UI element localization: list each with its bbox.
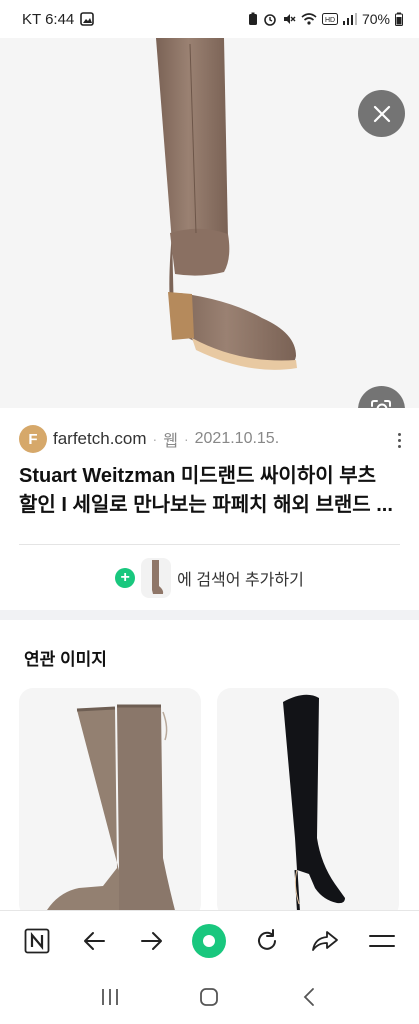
share-icon xyxy=(311,930,338,951)
naver-n-icon xyxy=(24,928,50,953)
recent-apps-icon xyxy=(101,989,118,1005)
back-arrow-icon xyxy=(84,931,106,950)
boot-thumbnail xyxy=(141,558,172,598)
result-title-line1: Stuart Weitzman 미드랜드 싸이하이 부츠 xyxy=(19,465,376,487)
home-nav-button[interactable] xyxy=(189,977,229,1017)
home-green-icon xyxy=(192,923,227,958)
close-icon xyxy=(373,105,390,122)
battery-percent: 70% xyxy=(361,11,390,27)
add-to-search-button[interactable]: + 에 검색어 추가하기 xyxy=(0,555,419,601)
boot-image xyxy=(156,38,297,370)
gallery-notification-icon xyxy=(80,12,95,26)
add-search-label: 에 검색어 추가하기 xyxy=(177,572,304,589)
alarm-icon xyxy=(264,14,276,26)
signal-icon xyxy=(342,13,357,25)
recent-apps-button[interactable] xyxy=(90,977,130,1017)
menu-button[interactable] xyxy=(362,921,402,961)
section-separator xyxy=(0,610,419,620)
hd-voice-icon: HD xyxy=(321,13,338,25)
more-icon xyxy=(397,432,401,436)
separator-dot: · xyxy=(152,431,158,447)
back-nav-button[interactable] xyxy=(289,977,329,1017)
source-date: 2021.10.15. xyxy=(194,430,280,447)
battery-saver-icon xyxy=(248,12,257,25)
forward-button[interactable] xyxy=(132,921,172,961)
result-title-line2: 할인 I 세일로 만나보는 파페치 해외 브랜드 ... xyxy=(19,494,393,516)
back-icon xyxy=(303,988,315,1006)
battery-icon xyxy=(395,12,403,26)
more-options-button[interactable] xyxy=(389,427,409,453)
separator-dot: · xyxy=(183,431,189,447)
source-domain[interactable]: farfetch.com xyxy=(53,429,147,449)
related-image-card[interactable] xyxy=(19,688,201,918)
forward-arrow-icon xyxy=(140,931,162,950)
hero-image[interactable] xyxy=(0,38,419,408)
naver-home-button[interactable] xyxy=(17,921,57,961)
mute-icon xyxy=(283,14,296,24)
home-icon xyxy=(200,988,219,1006)
menu-icon xyxy=(369,934,396,947)
taupe-boots-image xyxy=(47,704,177,918)
share-button[interactable] xyxy=(305,921,345,961)
close-button[interactable] xyxy=(358,90,405,137)
wifi-icon xyxy=(301,13,317,25)
browser-toolbar xyxy=(0,910,419,970)
svg-text:HD: HD xyxy=(325,17,335,24)
black-boots-image xyxy=(283,694,345,918)
related-images-heading: 연관 이미지 xyxy=(24,650,107,669)
source-row[interactable]: F farfetch.com · 웹 · 2021.10.15. xyxy=(19,425,409,453)
system-nav-bar xyxy=(0,970,419,1024)
plus-icon: + xyxy=(115,568,136,588)
result-title[interactable]: Stuart Weitzman 미드랜드 싸이하이 부츠 할인 I 세일로 만나… xyxy=(19,462,404,520)
back-button[interactable] xyxy=(74,921,114,961)
green-home-button[interactable] xyxy=(189,921,229,961)
source-type: 웹 xyxy=(163,433,178,450)
status-bar: KT 6:44 HD 70% xyxy=(0,0,419,38)
source-favicon: F xyxy=(19,425,47,453)
related-image-card[interactable] xyxy=(217,688,399,918)
refresh-button[interactable] xyxy=(247,921,287,961)
lens-search-icon xyxy=(370,399,391,408)
carrier-time: KT 6:44 xyxy=(22,10,75,28)
divider xyxy=(19,544,400,545)
refresh-icon xyxy=(258,928,277,950)
